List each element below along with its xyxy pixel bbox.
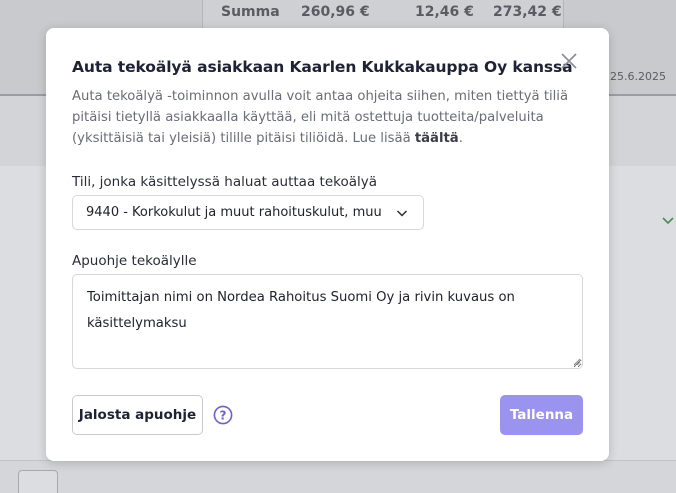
background-footer bbox=[0, 460, 676, 493]
account-select[interactable]: 9440 - Korkokulut ja muut rahoituskulut,… bbox=[72, 195, 424, 230]
dialog-description: Auta tekoälyä -toiminnon avulla voit ant… bbox=[72, 86, 572, 149]
resize-grip-icon[interactable] bbox=[573, 358, 581, 366]
save-button[interactable]: Tallenna bbox=[500, 395, 583, 435]
read-more-link[interactable]: täältä bbox=[415, 131, 459, 146]
prompt-textarea[interactable]: Toimittajan nimi on Nordea Rahoitus Suom… bbox=[72, 274, 583, 369]
svg-text:?: ? bbox=[220, 408, 227, 422]
summary-value: 273,42 € bbox=[493, 4, 562, 20]
chevron-down-icon bbox=[661, 213, 675, 231]
description-end: . bbox=[458, 131, 463, 146]
refine-prompt-button[interactable]: Jalosta apuohje bbox=[72, 395, 203, 435]
dialog-title: Auta tekoälyä asiakkaan Kaarlen Kukkakau… bbox=[72, 58, 573, 76]
background-summary-row: Summa 260,96 € 12,46 € 273,42 € bbox=[202, 0, 564, 30]
ai-help-dialog: Auta tekoälyä asiakkaan Kaarlen Kukkakau… bbox=[46, 28, 609, 461]
close-icon bbox=[561, 53, 577, 69]
background-footer-control bbox=[18, 470, 58, 493]
account-label: Tili, jonka käsittelyssä haluat auttaa t… bbox=[72, 174, 378, 190]
help-icon[interactable]: ? bbox=[213, 405, 233, 425]
close-button[interactable] bbox=[558, 50, 580, 72]
chevron-down-icon bbox=[396, 210, 408, 217]
account-select-value: 9440 - Korkokulut ja muut rahoituskulut,… bbox=[86, 205, 382, 220]
description-text: Auta tekoälyä -toiminnon avulla voit ant… bbox=[72, 89, 569, 146]
summary-value: 12,46 € bbox=[415, 4, 474, 20]
summary-label: Summa bbox=[221, 4, 280, 20]
summary-value: 260,96 € bbox=[301, 4, 370, 20]
background-date: 25.6.2025 bbox=[610, 70, 666, 83]
prompt-label: Apuohje tekoälylle bbox=[72, 253, 197, 269]
